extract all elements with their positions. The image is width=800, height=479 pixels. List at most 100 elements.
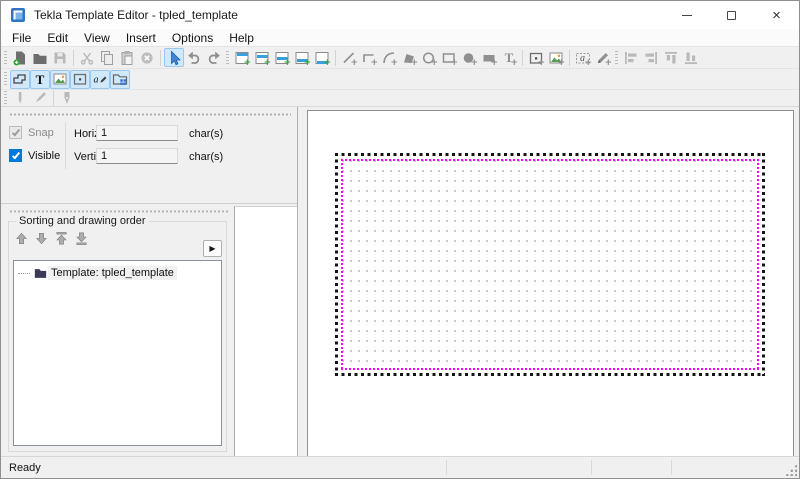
add-formula-button[interactable]: + [593,48,613,67]
add-arc-button[interactable]: + [379,48,399,67]
add-value-field-button[interactable]: + [573,48,593,67]
paste-icon [119,50,135,66]
save-template-button[interactable] [50,48,70,67]
toolbar-separator [160,50,161,66]
add-page-footer-button[interactable]: + [292,48,312,67]
redo-button[interactable] [204,48,224,67]
align-right-button[interactable] [641,48,661,67]
drawing-canvas[interactable] [307,110,794,458]
main-content: Snap Visible Horizontal: char(s) Vertica… [1,106,799,456]
band-stripe [237,53,248,56]
plus-overlay-icon: + [243,59,251,68]
plus-overlay-icon: + [557,59,565,68]
align-bottom-button[interactable] [681,48,701,67]
add-object-button[interactable]: + [526,48,546,67]
vertical-chars-input[interactable] [96,148,178,164]
undo-icon [186,50,202,66]
sorting-buttons [13,228,222,248]
toolbar-grip[interactable] [615,51,618,65]
select-tool-button[interactable] [164,48,184,67]
vertical-separator [65,122,66,169]
template-tree: Template: tpled_template [13,260,222,446]
show-texts-button[interactable]: T [30,70,50,89]
move-up-button[interactable] [13,230,30,247]
copy-button[interactable] [97,48,117,67]
plus-overlay-icon: + [430,59,438,68]
add-text-button[interactable]: T+ [499,48,519,67]
toolbar-grip[interactable] [4,91,7,105]
add-circle-button[interactable]: + [419,48,439,67]
panel-grip[interactable] [9,210,228,213]
show-components-button[interactable] [110,70,130,89]
add-line-button[interactable]: + [339,48,359,67]
toolbar-separator [53,90,54,106]
expand-button[interactable]: ▶ [203,240,222,257]
visible-checkbox[interactable]: Visible [9,149,60,162]
minimize-icon [682,15,692,16]
menu-view[interactable]: View [76,30,118,46]
show-texts-icon: T [36,73,45,86]
plus-overlay-icon: + [323,59,331,68]
pen-slanted-button[interactable] [30,91,50,106]
add-row-button[interactable]: + [272,48,292,67]
undo-button[interactable] [184,48,204,67]
toolbar-grip[interactable] [4,51,7,65]
delete-button[interactable] [137,48,157,67]
app-window: Tekla Template Editor - tpled_template ×… [0,0,800,479]
show-value-fields-button[interactable] [90,70,110,89]
open-template-button[interactable] [30,48,50,67]
move-to-back-button[interactable] [73,230,90,247]
tree-item-label: Template: tpled_template [48,266,177,280]
align-top-button[interactable] [661,48,681,67]
toolbar-grip[interactable] [4,72,7,86]
add-polyline-button[interactable]: + [359,48,379,67]
add-picture-button[interactable]: + [546,48,566,67]
add-header-button[interactable]: + [232,48,252,67]
add-filled-rectangle-button[interactable]: + [479,48,499,67]
move-down-button[interactable] [33,230,50,247]
menu-file[interactable]: File [4,30,39,46]
align-bottom-icon [683,50,699,66]
menu-help[interactable]: Help [221,30,262,46]
add-page-header-button[interactable]: + [252,48,272,67]
minimize-button[interactable] [664,1,709,29]
tree-item-template[interactable]: Template: tpled_template [14,264,221,282]
toolbar-grip[interactable] [226,51,229,65]
pen-fill-button[interactable] [57,91,77,106]
horizontal-chars-input[interactable] [96,125,178,141]
maximize-button[interactable] [709,1,754,29]
pen-thin-button[interactable] [10,91,30,106]
menu-options[interactable]: Options [164,30,221,46]
move-to-front-button[interactable] [53,230,70,247]
add-rectangle-button[interactable]: + [439,48,459,67]
new-template-icon [12,50,28,66]
plus-overlay-icon: + [450,59,458,68]
select-tool-icon [166,50,182,66]
check-icon [11,127,19,136]
menu-bar: FileEditViewInsertOptionsHelp [1,29,799,46]
show-shapes-button[interactable] [10,70,30,89]
align-left-button[interactable] [621,48,641,67]
add-polygon-button[interactable]: + [399,48,419,67]
app-logo-icon[interactable] [10,7,26,23]
plus-overlay-icon: + [537,59,545,68]
move-to-front-icon [54,231,69,246]
panel-grip[interactable] [9,113,291,116]
menu-insert[interactable]: Insert [118,30,164,46]
add-footer-button[interactable]: + [312,48,332,67]
new-template-button[interactable] [10,48,30,67]
show-objects-button[interactable] [70,70,90,89]
cut-button[interactable] [77,48,97,67]
show-pictures-button[interactable] [50,70,70,89]
pen-fill-icon [59,90,75,106]
menu-edit[interactable]: Edit [39,30,76,46]
snap-checkbox[interactable]: Snap [9,126,54,139]
close-button[interactable]: × [754,1,799,29]
align-top-icon [663,50,679,66]
plus-overlay-icon: + [410,59,418,68]
pen-slanted-icon [32,90,48,106]
add-filled-circle-button[interactable]: + [459,48,479,67]
paste-button[interactable] [117,48,137,67]
resize-grip[interactable] [785,464,797,476]
toolbar-pens [1,89,799,106]
